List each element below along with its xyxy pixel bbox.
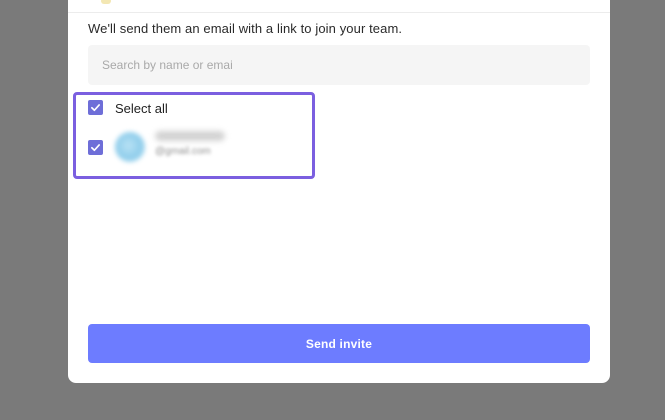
user-checkbox[interactable] <box>88 140 103 155</box>
avatar <box>115 132 145 162</box>
header-accent <box>101 0 111 4</box>
invite-modal: We'll send them an email with a link to … <box>68 0 610 383</box>
send-invite-button[interactable]: Send invite <box>88 324 590 363</box>
search-input[interactable] <box>88 45 590 85</box>
check-icon <box>91 144 100 152</box>
modal-subtitle: We'll send them an email with a link to … <box>88 21 403 36</box>
user-email-blurred: @gmail.com <box>155 146 211 157</box>
user-name-blurred <box>155 131 225 141</box>
select-all-checkbox[interactable] <box>88 100 103 115</box>
header-divider <box>68 12 610 13</box>
check-icon <box>91 104 100 112</box>
select-all-label: Select all <box>115 101 168 116</box>
